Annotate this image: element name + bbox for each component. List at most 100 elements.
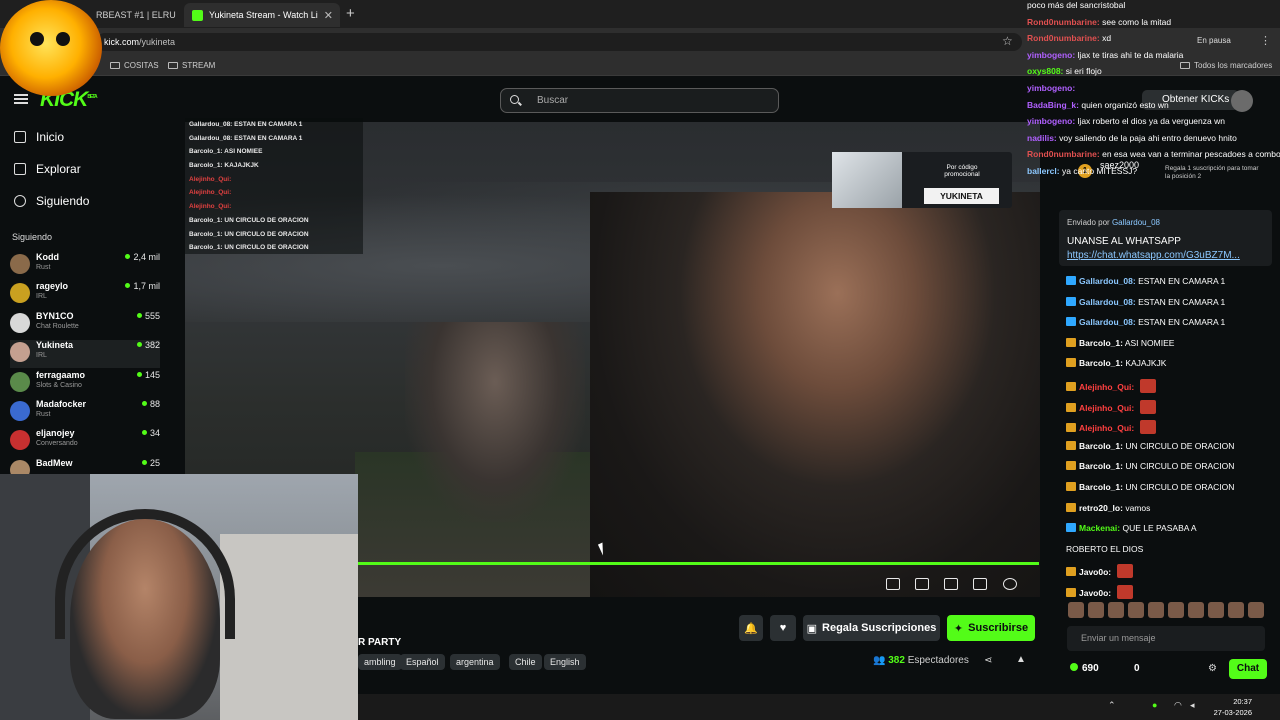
hamburger-menu-icon[interactable]: [14, 94, 28, 104]
menu-icon[interactable]: ⋮: [1260, 34, 1271, 47]
bookmark-cositas[interactable]: COSITAS: [110, 61, 159, 70]
follow-heart-icon[interactable]: ♥: [770, 615, 796, 641]
bookmark-star-icon[interactable]: ☆: [1002, 34, 1013, 48]
paused-label[interactable]: En pausa: [1197, 36, 1231, 45]
chat-username[interactable]: yimbogeno:: [1027, 83, 1075, 93]
chat-username[interactable]: Barcolo_1:: [1079, 461, 1123, 471]
chat-username[interactable]: nadilis:: [1027, 133, 1057, 143]
emote-icon[interactable]: [1208, 602, 1224, 618]
subscribe-button[interactable]: ✦ Suscribirse: [947, 615, 1035, 641]
channel-viewers: 34: [142, 428, 160, 438]
channel-points[interactable]: 690: [1070, 663, 1099, 674]
all-bookmarks[interactable]: Todos los marcadores: [1180, 61, 1272, 70]
following-item[interactable]: BYN1CO Chat Roulette 555: [10, 311, 160, 339]
close-tab-icon[interactable]: ✕: [324, 9, 333, 22]
stream-tag[interactable]: ambling: [358, 654, 402, 670]
chat-text: UN CIRCULO DE ORACION: [1125, 482, 1235, 492]
chat-text: ESTAN EN CAMARA 1: [1138, 296, 1226, 307]
channel-category: Rust: [36, 264, 51, 271]
chat-message: Alejinho_Qui:: [1066, 379, 1156, 393]
pip-icon[interactable]: [886, 578, 900, 590]
chat-username[interactable]: BadaBing_k:: [1027, 100, 1079, 110]
chat-emote-icon: [1116, 585, 1133, 599]
chat-username[interactable]: Barcolo_1:: [1079, 441, 1123, 451]
chat-username[interactable]: yimbogeno:: [1027, 50, 1075, 60]
share-icon[interactable]: ⋖: [984, 655, 992, 666]
chat-username[interactable]: Alejinho_Qui:: [1079, 403, 1134, 413]
chat-username[interactable]: Gallardou_08:: [1079, 276, 1136, 286]
clock[interactable]: 20:37 27-03-2026: [1214, 696, 1252, 718]
nav-siguiendo[interactable]: Siguiendo: [14, 194, 89, 208]
chat-username[interactable]: Gallardou_08:: [1079, 297, 1136, 307]
stream-tag[interactable]: argentina: [450, 654, 500, 670]
stream-tag[interactable]: Español: [400, 654, 445, 670]
tab-yukineta[interactable]: Yukineta Stream - Watch Li ✕: [184, 3, 340, 27]
overlay-chat-line: Barcolo_1: UN CIRCULO DE ORACION: [189, 230, 309, 238]
fullscreen-icon[interactable]: [973, 578, 987, 590]
clip-icon[interactable]: [915, 578, 929, 590]
chat-settings-icon[interactable]: ⚙: [1208, 663, 1217, 674]
tray-chevron-icon[interactable]: ⌃: [1108, 700, 1116, 711]
emote-icon[interactable]: [1148, 602, 1164, 618]
chat-message-input[interactable]: Enviar un mensaje: [1067, 626, 1265, 651]
theater-mode-icon[interactable]: [944, 578, 958, 590]
following-item[interactable]: Kodd Rust 2,4 mil: [10, 252, 160, 280]
following-item[interactable]: rageylo IRL 1,7 mil: [10, 281, 160, 309]
wifi-icon[interactable]: ◠: [1174, 700, 1182, 711]
tab-mrbeast[interactable]: RBEAST #1 | ELRU ✕: [88, 3, 180, 27]
user-avatar[interactable]: [1231, 90, 1253, 112]
send-chat-button[interactable]: Chat: [1229, 659, 1267, 679]
settings-gear-icon[interactable]: [1003, 578, 1017, 590]
chat-username[interactable]: Rond0numbarine:: [1027, 33, 1100, 43]
overlay-chat-line: Gallardou_08: ESTAN EN CAMARA 1: [189, 121, 303, 128]
chat-username[interactable]: retro20_lo:: [1079, 503, 1123, 513]
gift-subs-button[interactable]: ▣ Regala Suscripciones: [803, 615, 940, 641]
following-item[interactable]: ferragaamo Slots & Casino 145: [10, 370, 160, 398]
chat-username[interactable]: Javo0o:: [1079, 588, 1111, 598]
search-input[interactable]: Buscar: [500, 88, 779, 113]
chat-username[interactable]: Alejinho_Qui:: [1079, 382, 1134, 392]
pinned-message[interactable]: Enviado por Gallardou_08 UNANSE AL WHATS…: [1059, 210, 1272, 266]
channel-avatar: [10, 254, 30, 274]
chat-username[interactable]: Mackenai:: [1079, 523, 1120, 533]
emote-icon[interactable]: [1128, 602, 1144, 618]
url-field[interactable]: kick.com/yukineta: [96, 33, 1022, 51]
emote-icon[interactable]: [1228, 602, 1244, 618]
chat-username[interactable]: oxys808:: [1027, 66, 1063, 76]
report-icon[interactable]: ▲: [1016, 654, 1026, 665]
chat-username[interactable]: Barcolo_1:: [1079, 482, 1123, 492]
bookmark-stream[interactable]: STREAM: [168, 61, 215, 70]
chat-text: KAJAJKJK: [1125, 358, 1167, 369]
following-item[interactable]: eljanojey Conversando 34: [10, 428, 160, 456]
stream-tag[interactable]: Chile: [509, 654, 542, 670]
following-item[interactable]: Yukineta IRL 382: [10, 340, 160, 369]
chat-username[interactable]: Javo0o:: [1079, 567, 1111, 577]
chat-username[interactable]: Gallardou_08:: [1079, 317, 1136, 327]
volume-icon[interactable]: ◂: [1190, 700, 1195, 711]
emote-icon[interactable]: [1248, 602, 1264, 618]
chat-username[interactable]: Barcolo_1:: [1079, 338, 1123, 348]
nav-inicio[interactable]: Inicio: [14, 130, 64, 144]
chat-badge-icon: [1066, 482, 1076, 491]
chat-username[interactable]: ballercl:: [1027, 166, 1060, 176]
chat-username[interactable]: Alejinho_Qui:: [1079, 423, 1134, 433]
chat-username[interactable]: Barcolo_1:: [1079, 358, 1123, 368]
nav-explorar[interactable]: Explorar: [14, 162, 81, 176]
emote-icon[interactable]: [1188, 602, 1204, 618]
chat-username[interactable]: Rond0numbarine:: [1027, 17, 1100, 27]
emote-bar[interactable]: [1068, 602, 1268, 620]
chat-username[interactable]: yimbogeno:: [1027, 116, 1075, 126]
new-tab-icon[interactable]: +: [346, 5, 355, 22]
emote-icon[interactable]: [1068, 602, 1084, 618]
pinned-link[interactable]: https://chat.whatsapp.com/G3uBZ7M...: [1067, 250, 1240, 261]
emote-icon[interactable]: [1168, 602, 1184, 618]
mic-icon[interactable]: ●: [1152, 700, 1157, 710]
chat-username[interactable]: Rond0numbarine:: [1027, 149, 1100, 159]
emote-icon[interactable]: [1108, 602, 1124, 618]
emote-icon[interactable]: [1088, 602, 1104, 618]
video-progress-bar[interactable]: [358, 562, 1039, 565]
channel-category: IRL: [36, 293, 47, 301]
following-item[interactable]: Madafocker Rust 88: [10, 399, 160, 427]
stream-tag[interactable]: English: [544, 654, 586, 670]
notification-bell-icon[interactable]: 🔔: [739, 615, 763, 641]
